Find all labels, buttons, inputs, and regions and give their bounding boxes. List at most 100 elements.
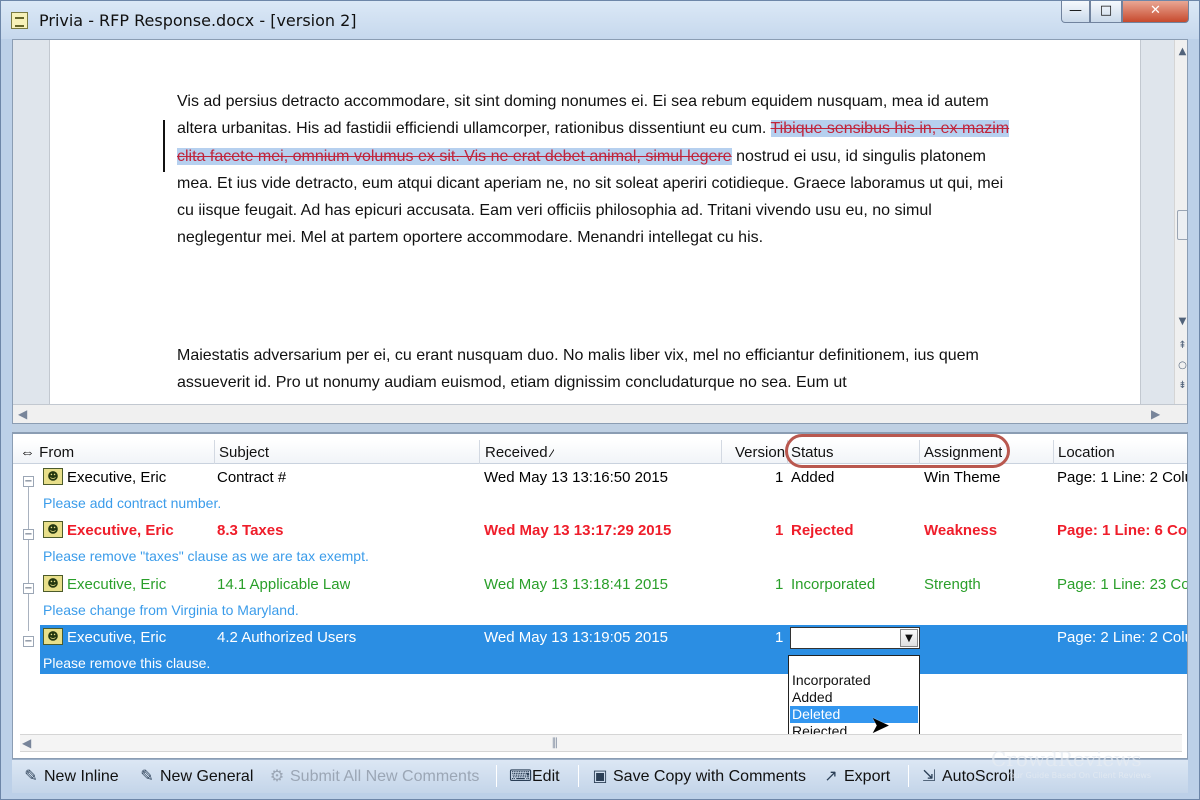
status-option-deleted[interactable]: Deleted [790,706,918,723]
column-header-version[interactable]: Version [735,444,787,461]
comment-status: Rejected [791,522,854,539]
comment-row-1[interactable]: − ☻ Executive, Eric Contract # Wed May 1… [13,465,1187,518]
new-general-button[interactable]: ✎ New General [134,762,258,790]
comment-assignment: Strength [924,576,981,593]
comment-version: 1 [775,576,784,593]
column-header-received[interactable]: Received ⁄ [485,444,554,461]
document-vertical-scrollbar[interactable]: ▲ ▼ ⇞ ○ ⇟ [1174,40,1187,404]
collapse-icon[interactable]: − [23,476,34,487]
status-select[interactable]: ▼ [790,627,920,649]
change-bar [163,120,165,172]
person-icon: ☻ [43,521,63,538]
comment-description: Please add contract number. [43,495,222,511]
comment-row-3[interactable]: − ☻ Executive, Eric 14.1 Applicable Law … [13,572,1187,625]
comment-subject: 4.2 Authorized Users [217,629,357,646]
comment-row-4-selected[interactable]: − ☻ Executive, Eric 4.2 Authorized Users… [13,625,1187,678]
column-separator[interactable] [1053,440,1054,464]
next-page-icon[interactable]: ⇟ [1175,380,1187,391]
column-header-location[interactable]: Location [1058,444,1115,461]
document-viewer[interactable]: Vis ad persius detracto accommodare, sit… [12,39,1188,424]
paragraph-1[interactable]: Vis ad persius detracto accommodare, sit… [177,88,1017,252]
export-button[interactable]: ↗ Export [818,762,906,790]
close-button[interactable]: ✕ [1122,1,1189,23]
column-separator[interactable] [721,440,722,464]
panel-splitter[interactable] [12,424,1188,433]
chevron-down-icon[interactable]: ▼ [900,629,918,647]
comment-assignment: Weakness [924,522,998,539]
comment-from: Executive, Eric [67,469,167,486]
document-page[interactable]: Vis ad persius detracto accommodare, sit… [49,40,1141,404]
scroll-right-icon[interactable]: ▶ [1151,407,1160,421]
comment-row-2[interactable]: − ☻ Executive, Eric 8.3 Taxes Wed May 13… [13,518,1188,571]
comments-panel[interactable]: ⇔ From Subject Received ⁄ Version Status… [12,433,1188,759]
comment-version: 1 [775,469,784,486]
submit-icon: ⚙ [269,766,285,785]
column-separator[interactable] [214,440,215,464]
column-header-from[interactable]: ⇔ From [20,444,74,461]
maximize-button[interactable]: □ [1090,1,1122,23]
new-general-icon: ✎ [140,766,154,785]
person-icon: ☻ [43,575,63,592]
comment-location: Page: 1 Line: 6 Column: 1 [1057,522,1188,539]
save-copy-with-comments-button[interactable]: ▣ Save Copy with Comments [587,762,807,790]
comment-subject: 14.1 Applicable Law [217,576,351,593]
title-bar[interactable]: Privia - RFP Response.docx - [version 2]… [1,1,1199,39]
comment-received: Wed May 13 13:16:50 2015 [484,469,669,486]
comment-status: Incorporated [791,576,876,593]
sort-ascending-icon: ⁄ [551,444,555,461]
document-horizontal-scrollbar[interactable]: ◀ ▶ [13,404,1187,423]
comment-from: Executive, Eric [67,576,167,593]
column-separator[interactable] [479,440,480,464]
comment-subject: 8.3 Taxes [217,522,284,539]
status-option-incorporated[interactable]: Incorporated [790,672,918,689]
comment-location: Page: 2 Line: 2 Column: 1 [1057,629,1187,646]
column-header-subject[interactable]: Subject [219,444,269,461]
comment-location: Page: 1 Line: 23 Column: 1 [1057,576,1187,593]
comment-status: Added [791,469,835,486]
comment-description: Please remove this clause. [43,655,211,671]
document-icon [11,12,28,29]
comment-version: 1 [775,522,784,539]
comment-assignment: Win Theme [924,469,1001,486]
previous-page-icon[interactable]: ⇞ [1175,340,1187,351]
comment-received: Wed May 13 13:18:41 2015 [484,576,669,593]
status-dropdown-list[interactable]: Incorporated Added Deleted Rejected [788,655,920,740]
save-icon: ▣ [592,766,608,785]
comment-version: 1 [775,629,784,646]
app-window: Privia - RFP Response.docx - [version 2]… [0,0,1200,800]
comment-description: Please remove "taxes" clause as we are t… [43,548,369,564]
scroll-grip-icon[interactable]: ⫼ [552,736,558,751]
comment-from: Executive, Eric [67,629,167,646]
new-inline-icon: ✎ [24,766,38,785]
status-option-added[interactable]: Added [790,689,918,706]
window-title: Privia - RFP Response.docx - [version 2] [39,11,357,30]
comment-subject: Contract # [217,469,287,486]
scroll-up-icon[interactable]: ▲ [1175,46,1187,57]
crowdreviews-watermark: CrowdReviews Your Guide Based On Client … [991,747,1152,780]
comment-description: Please change from Virginia to Maryland. [43,602,299,618]
minimize-button[interactable]: — [1061,1,1090,23]
person-icon: ☻ [43,628,63,645]
toolbar-separator [578,765,579,787]
page-select-icon[interactable]: ○ [1175,360,1187,371]
submit-all-new-comments-button[interactable]: ⚙ Submit All New Comments [264,762,489,790]
comment-from: Executive, Eric [67,522,174,539]
export-icon: ↗ [824,766,838,785]
collapse-icon[interactable]: − [23,529,34,540]
scroll-down-icon[interactable]: ▼ [1175,316,1187,327]
comments-header-row: ⇔ From Subject Received ⁄ Version Status… [13,440,1187,464]
person-icon: ☻ [43,468,63,485]
autoscroll-icon: ⇲ [922,766,936,785]
comment-received: Wed May 13 13:19:05 2015 [484,629,669,646]
comment-location: Page: 1 Line: 2 Column: 1 [1057,469,1187,486]
scroll-left-icon[interactable]: ◀ [18,407,27,421]
edit-button[interactable]: ⌨ Edit [506,762,572,790]
collapse-icon[interactable]: − [23,583,34,594]
keyboard-icon: ⌨ [509,766,533,785]
collapse-icon[interactable]: − [23,636,34,647]
paragraph-2[interactable]: Maiestatis adversarium per ei, cu erant … [177,342,1017,397]
document-scroll-thumb[interactable] [1177,210,1187,240]
scroll-left-icon[interactable]: ◀ [22,736,31,750]
new-inline-button[interactable]: ✎ New Inline [18,762,130,790]
comment-received: Wed May 13 13:17:29 2015 [484,522,672,539]
